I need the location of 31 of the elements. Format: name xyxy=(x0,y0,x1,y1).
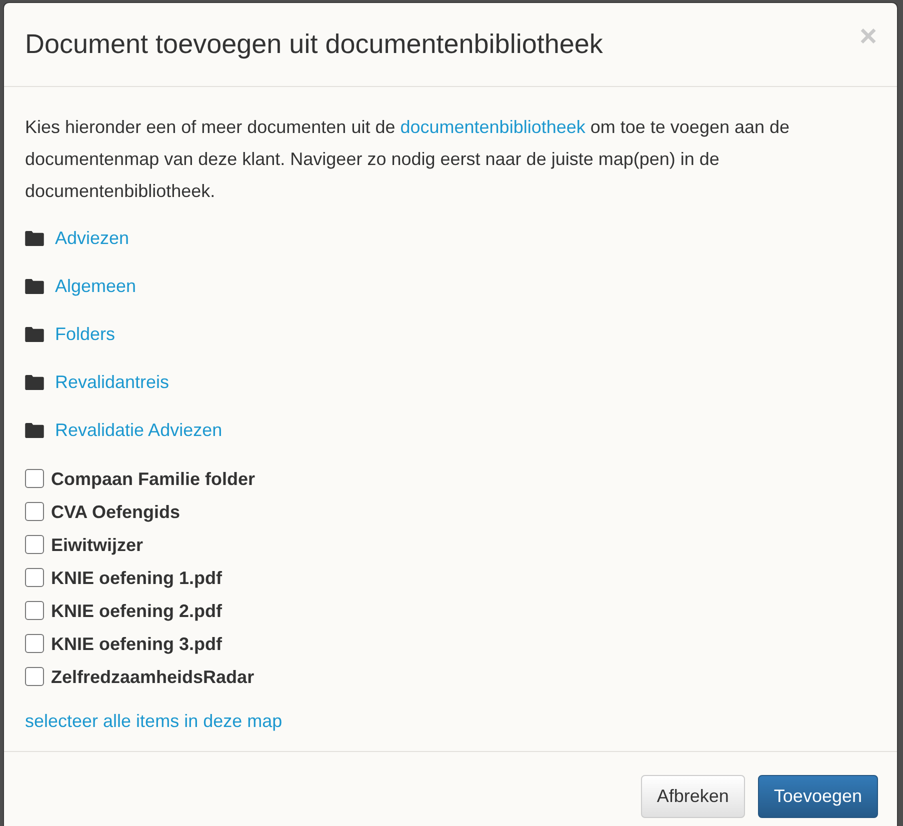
document-label: Compaan Familie folder xyxy=(51,468,256,490)
folder-link[interactable]: Algemeen xyxy=(55,274,136,298)
folder-icon xyxy=(25,326,44,342)
folder-link[interactable]: Revalidatie Adviezen xyxy=(55,418,222,442)
document-label: CVA Oefengids xyxy=(51,500,180,524)
checkbox[interactable] xyxy=(25,502,44,521)
folder-link[interactable]: Folders xyxy=(55,322,116,346)
folder-link[interactable]: Adviezen xyxy=(55,226,130,250)
checkbox[interactable] xyxy=(25,667,44,686)
checkbox[interactable] xyxy=(25,535,44,554)
checkbox[interactable] xyxy=(25,469,44,488)
document-label: KNIE oefening 1.pdf xyxy=(51,566,222,590)
instruction-text: Kies hieronder een of meer documenten uit de documentenbibliotheek om toe te voegen aan de documentenmap van deze klant. Navigeer zo nodig eerst naar de juiste map(pen) in de documentenbibliotheek. xyxy=(25,116,791,203)
add-button[interactable]: Toevoegen xyxy=(758,775,878,818)
document-label: KNIE oefening 2.pdf xyxy=(51,600,222,622)
folder-icon xyxy=(25,230,44,246)
document-label: ZelfredzaamheidsRadar xyxy=(51,666,254,688)
dialog-title: Document toevoegen uit documentenbibliotheek xyxy=(25,28,603,61)
cancel-button[interactable]: Afbreken xyxy=(640,775,745,818)
library-link[interactable]: documentenbibliotheek xyxy=(400,117,586,137)
folder-icon xyxy=(25,422,44,438)
document-label: Eiwitwijzer xyxy=(51,534,144,556)
close-button[interactable]: × xyxy=(859,22,877,52)
checkbox[interactable] xyxy=(25,601,44,620)
checkbox[interactable] xyxy=(25,568,44,587)
folder-icon xyxy=(25,278,44,294)
document-label: KNIE oefening 3.pdf xyxy=(51,632,222,656)
folder-icon xyxy=(25,374,44,390)
checkbox[interactable] xyxy=(25,634,44,653)
select-all-link[interactable]: selecteer alle items in deze map xyxy=(25,709,282,733)
folder-link[interactable]: Revalidantreis xyxy=(55,370,170,394)
